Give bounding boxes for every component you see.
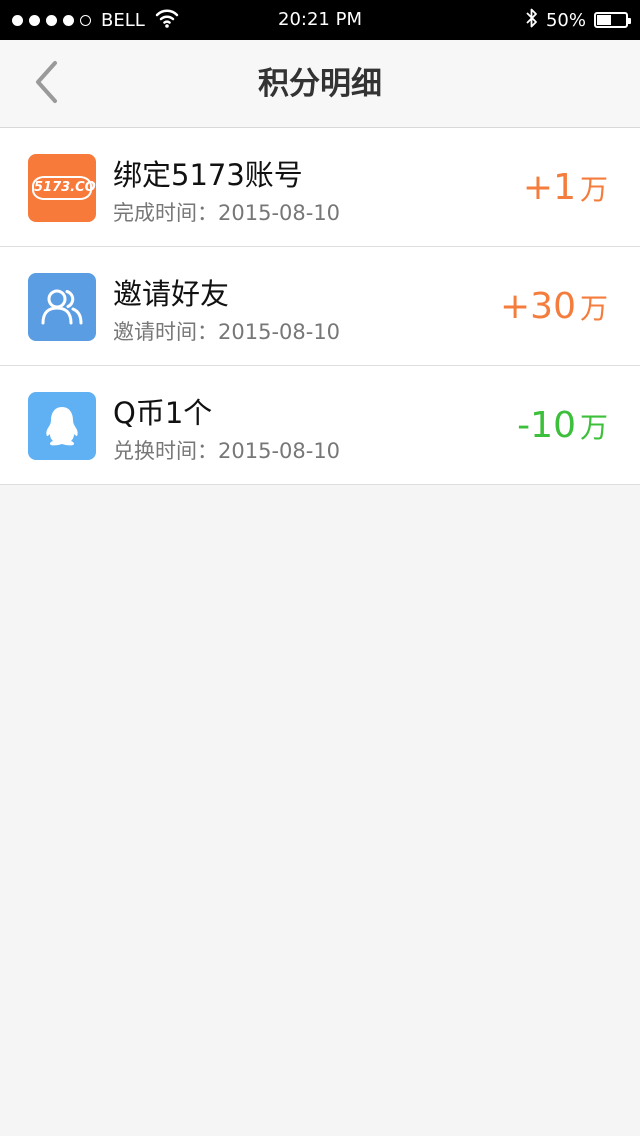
amount-value: -10 [517, 405, 576, 446]
amount-unit: 万 [579, 291, 608, 325]
record-amount: -10 万 [517, 366, 608, 485]
record-time: 兑换时间：2015-08-10 [113, 439, 341, 463]
status-bar: BELL 20:21 PM 50% [0, 0, 640, 40]
record-time: 完成时间：2015-08-10 [113, 201, 341, 225]
amount-unit: 万 [579, 410, 608, 444]
navigation-bar: 积分明细 [0, 40, 640, 128]
friends-icon [28, 273, 96, 341]
record-amount: +1 万 [523, 128, 608, 247]
page-title: 积分明细 [258, 66, 382, 102]
qq-penguin-icon [28, 392, 96, 460]
record-amount: +30 万 [500, 247, 608, 366]
record-time: 邀请时间：2015-08-10 [113, 320, 341, 344]
amount-value: +30 [500, 286, 576, 327]
record-title: 绑定5173账号 [113, 158, 303, 192]
5173-logo-icon: 5173.COM [28, 154, 96, 222]
amount-unit: 万 [579, 172, 608, 206]
record-title: Q币1个 [113, 396, 213, 430]
list-item[interactable]: Q币1个 兑换时间：2015-08-10 -10 万 [0, 366, 640, 485]
amount-value: +1 [522, 167, 576, 208]
record-title: 邀请好友 [113, 277, 230, 311]
bluetooth-icon [526, 7, 538, 34]
points-record-list: 5173.COM 绑定5173账号 完成时间：2015-08-10 +1 万 邀… [0, 128, 640, 485]
list-item[interactable]: 5173.COM 绑定5173账号 完成时间：2015-08-10 +1 万 [0, 128, 640, 247]
status-right: 50% [526, 0, 631, 40]
list-item[interactable]: 邀请好友 邀请时间：2015-08-10 +30 万 [0, 247, 640, 366]
battery-icon [594, 12, 631, 28]
battery-percent: 50% [545, 9, 586, 31]
